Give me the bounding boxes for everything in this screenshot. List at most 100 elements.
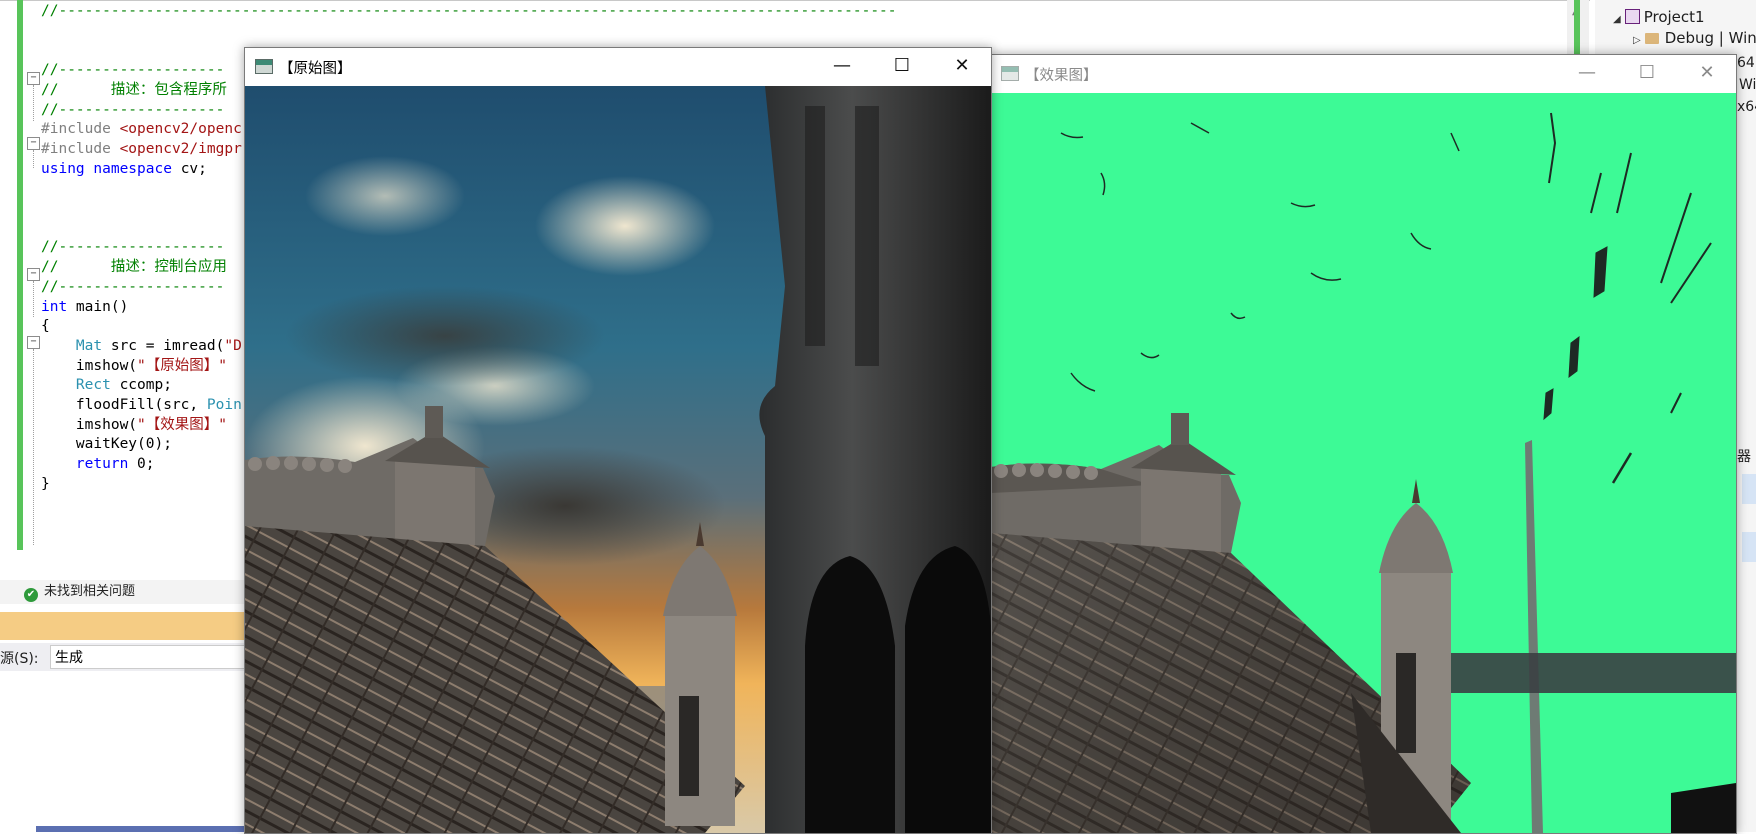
code-token: cv; (180, 160, 207, 177)
code-token: floodFill(src, (41, 397, 207, 413)
tree-item-project[interactable]: ◢ Project1 (1613, 8, 1705, 26)
code-line[interactable]: #include <opencv2/openc (41, 118, 242, 140)
code-token: // 描述：控制台应用 (41, 259, 227, 276)
code-token: Rect (75, 377, 120, 394)
code-token: { (41, 318, 50, 335)
fold-guide (33, 349, 34, 545)
project-icon (1624, 9, 1640, 24)
maximize-icon[interactable]: ☐ (873, 48, 931, 86)
code-line[interactable]: // 描述：包含程序所 (41, 79, 227, 101)
code-token: imshow( (41, 357, 138, 374)
code-token: <opencv2/imgpr (119, 140, 242, 157)
code-token: main() (75, 298, 129, 315)
code-token: "D (224, 337, 242, 354)
code-token: 0; (137, 456, 155, 473)
code-token: waitKey(0); (41, 436, 172, 453)
code-token: ccomp; (119, 377, 172, 394)
code-token: <opencv2/openc (119, 121, 242, 138)
code-token: "【效果图】" (137, 416, 227, 433)
code-token: //------------------- (41, 239, 225, 256)
code-token: #include (41, 121, 120, 138)
minimize-icon[interactable]: — (1558, 55, 1616, 93)
code-line[interactable]: #include <opencv2/imgpr (41, 138, 242, 160)
code-token: "【原始图】" (137, 357, 227, 374)
code-line[interactable]: } (41, 473, 50, 495)
code-line[interactable]: // 描述：控制台应用 (41, 256, 227, 278)
code-line[interactable]: //------------------- (41, 236, 224, 258)
expanded-arrow-icon[interactable]: ◢ (1613, 14, 1621, 25)
original-image-window[interactable]: 【原始图】 — ☐ ✕ (244, 47, 992, 834)
maximize-icon[interactable]: ☐ (1618, 55, 1676, 93)
fold-guide (33, 281, 34, 317)
code-token: imshow( (41, 416, 138, 433)
fold-toggle[interactable]: − (27, 72, 40, 85)
code-line[interactable]: //------------------- (41, 276, 224, 298)
clipped-text: x64 (1737, 99, 1756, 115)
code-token: //------------------- (41, 101, 225, 118)
code-token: //--------------------------------------… (41, 3, 897, 19)
code-line[interactable]: Rect ccomp; (41, 374, 172, 396)
code-line[interactable]: { (41, 315, 50, 337)
folder-icon (1644, 33, 1659, 44)
fold-guide (33, 150, 34, 168)
output-panel-header[interactable] (0, 612, 250, 640)
code-line[interactable]: waitKey(0); (41, 433, 172, 455)
code-line[interactable]: using namespace cv; (41, 158, 207, 180)
issues-indicator[interactable]: ✔ 未找到相关问题 (0, 580, 260, 604)
opencv-window-icon (255, 59, 273, 74)
original-window-titlebar[interactable]: 【原始图】 — ☐ ✕ (245, 48, 991, 86)
check-icon: ✔ (24, 588, 38, 602)
code-token: namespace (93, 160, 181, 177)
minimize-icon[interactable]: — (813, 48, 871, 86)
code-token: Mat (75, 337, 111, 354)
code-token: int (41, 298, 76, 315)
fold-guide (33, 85, 34, 121)
effect-image (991, 93, 1736, 833)
clipped-text: 64 (1737, 55, 1755, 71)
code-token: //------------------- (41, 278, 225, 295)
code-token: //------------------- (41, 62, 225, 79)
code-line[interactable]: //------------------- (41, 99, 224, 121)
code-token: } (41, 475, 50, 492)
code-token: Poin (206, 397, 242, 413)
side-tab[interactable] (1742, 474, 1756, 504)
change-tracking-bar (17, 0, 23, 550)
fold-toggle[interactable]: − (27, 268, 40, 281)
clipped-text: 器 (1737, 449, 1751, 465)
fold-toggle[interactable]: − (27, 336, 40, 349)
code-token: src = imread( (110, 337, 225, 354)
code-line[interactable]: //--------------------------------------… (41, 0, 897, 22)
original-window-title: 【原始图】 (279, 61, 352, 77)
effect-image-window[interactable]: 【效果图】 — ☐ ✕ (990, 54, 1737, 834)
code-line[interactable]: floodFill(src, Poin (41, 394, 242, 416)
code-line[interactable]: Mat src = imread("D (41, 335, 242, 357)
code-token: #include (41, 140, 120, 157)
code-line[interactable]: imshow("【原始图】" (41, 355, 227, 377)
output-text-area[interactable] (0, 672, 250, 832)
code-token: using (41, 160, 94, 177)
no-issues-text: 未找到相关问题 (44, 584, 136, 599)
code-token: return (75, 456, 138, 473)
output-source-label: 源(S): (0, 651, 39, 667)
close-icon[interactable]: ✕ (933, 48, 991, 86)
tree-item-debug[interactable]: ▷ Debug | Win (1633, 29, 1756, 47)
code-line[interactable]: int main() (41, 296, 128, 318)
effect-window-titlebar[interactable]: 【效果图】 — ☐ ✕ (991, 55, 1736, 93)
code-line[interactable]: return 0; (41, 453, 155, 475)
collapsed-arrow-icon[interactable]: ▷ (1633, 35, 1641, 46)
code-token: // 描述：包含程序所 (41, 81, 227, 98)
fold-toggle[interactable]: − (27, 137, 40, 150)
output-source-select[interactable]: 生成 (50, 645, 250, 669)
clipped-text: Wi (1739, 77, 1756, 93)
original-image (245, 86, 991, 833)
code-line[interactable]: //------------------- (41, 59, 224, 81)
opencv-window-icon (1001, 66, 1019, 81)
code-line[interactable]: imshow("【效果图】" (41, 414, 227, 436)
close-icon[interactable]: ✕ (1678, 55, 1736, 93)
effect-window-title: 【效果图】 (1025, 68, 1098, 84)
output-horizontal-scrollbar[interactable] (36, 826, 246, 832)
side-tab[interactable] (1742, 532, 1756, 562)
